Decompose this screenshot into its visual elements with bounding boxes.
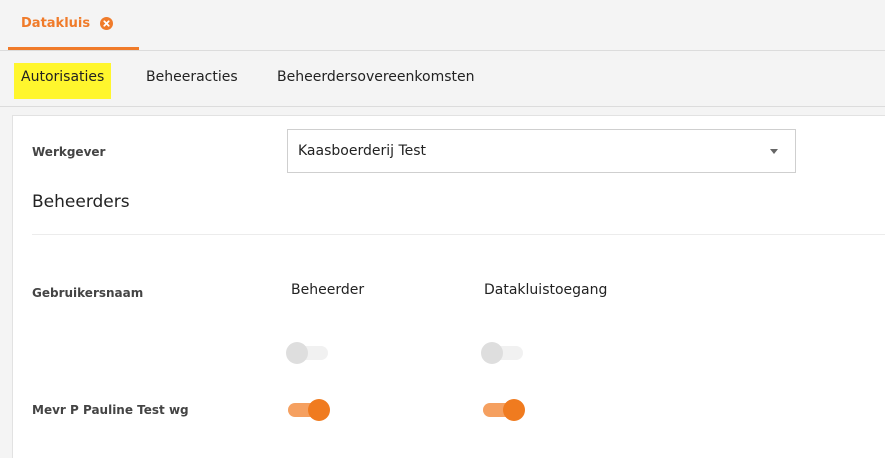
tab-beheerdersovereenkomsten[interactable]: Beheerdersovereenkomsten xyxy=(270,63,481,99)
toggle-knob xyxy=(503,399,525,421)
werkgever-label: Werkgever xyxy=(32,145,106,159)
toggle-beheerder-row-2[interactable] xyxy=(286,399,330,421)
section-title: Beheerders xyxy=(32,192,130,212)
column-header-datakluistoegang: Datakluistoegang xyxy=(484,282,608,298)
app-tab-bar: Datakluis xyxy=(0,0,885,51)
close-icon[interactable] xyxy=(100,17,114,30)
toggle-knob xyxy=(481,342,503,364)
page: Datakluis Autorisaties Beheeracties Behe… xyxy=(0,0,885,458)
werkgever-select-value: Kaasboerderij Test xyxy=(298,143,427,159)
toggle-datakluistoegang-row-2[interactable] xyxy=(481,399,525,421)
toggle-knob xyxy=(308,399,330,421)
tab-beheeracties[interactable]: Beheeracties xyxy=(139,63,245,99)
column-header-gebruikersnaam: Gebruikersnaam xyxy=(32,286,144,300)
toggle-datakluistoegang-row-1[interactable] xyxy=(481,342,525,364)
divider xyxy=(32,234,885,235)
werkgever-select[interactable]: Kaasboerderij Test xyxy=(287,129,796,173)
content-panel: Werkgever Kaasboerderij Test Beheerders … xyxy=(12,115,885,458)
toggle-knob xyxy=(286,342,308,364)
app-tab-datakluis[interactable]: Datakluis xyxy=(8,0,139,50)
tab-autorisaties[interactable]: Autorisaties xyxy=(14,63,112,99)
chevron-down-icon xyxy=(770,149,778,154)
user-name-row-2: Mevr P Pauline Test wg xyxy=(32,403,189,417)
app-tab-label: Datakluis xyxy=(21,16,91,31)
column-header-beheerder: Beheerder xyxy=(291,282,365,298)
toggle-beheerder-row-1[interactable] xyxy=(286,342,330,364)
sub-tab-bar: Autorisaties Beheeracties Beheerdersover… xyxy=(0,51,885,107)
